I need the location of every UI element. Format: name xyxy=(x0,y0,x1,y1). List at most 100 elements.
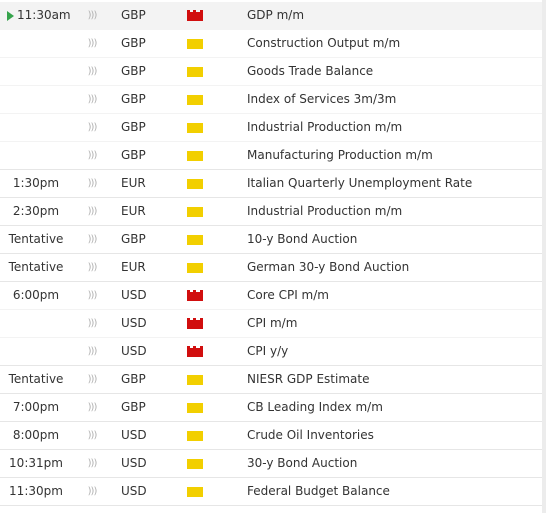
event-currency: USD xyxy=(121,344,147,358)
event-currency: GBP xyxy=(121,400,146,414)
wave-icon[interactable]: ))) xyxy=(84,2,100,29)
table-row[interactable]: 2:30pm))) EUR Industrial Production m/m xyxy=(0,198,542,226)
event-time xyxy=(0,114,72,141)
event-title[interactable]: Index of Services 3m/3m xyxy=(247,86,537,113)
medium-impact-icon xyxy=(187,94,203,105)
event-currency: EUR xyxy=(121,176,146,190)
wave-icon[interactable]: ))) xyxy=(84,30,100,57)
event-title[interactable]: Italian Quarterly Unemployment Rate xyxy=(247,170,537,197)
event-time xyxy=(0,338,72,365)
wave-icon[interactable]: ))) xyxy=(84,394,100,421)
table-row[interactable]: 1:30pm))) EUR Italian Quarterly Unemployme… xyxy=(0,170,542,198)
table-row[interactable]: 8:00pm))) USD Crude Oil Inventories xyxy=(0,422,542,450)
event-title[interactable]: Federal Budget Balance xyxy=(247,478,537,505)
event-title[interactable]: Construction Output m/m xyxy=(247,30,537,57)
wave-icon[interactable]: ))) xyxy=(84,282,100,309)
event-time: 8:00pm xyxy=(12,428,60,442)
table-row[interactable]: 11:30am))) GBP GDP m/m xyxy=(0,2,542,30)
wave-icon[interactable]: ))) xyxy=(84,310,100,337)
table-row[interactable]: Tentative))) EUR German 30-y Bond Auction xyxy=(0,254,542,282)
table-row[interactable]: ))) GBP Industrial Production m/m xyxy=(0,114,542,142)
event-time: Tentative xyxy=(8,232,64,246)
wave-icon[interactable]: ))) xyxy=(84,254,100,281)
medium-impact-icon xyxy=(187,150,203,161)
event-currency: GBP xyxy=(121,36,146,50)
event-time: Tentative xyxy=(8,260,64,274)
table-row[interactable]: ))) GBP Construction Output m/m xyxy=(0,30,542,58)
event-currency: GBP xyxy=(121,8,146,22)
event-currency: USD xyxy=(121,288,147,302)
wave-icon[interactable]: ))) xyxy=(84,114,100,141)
wave-icon[interactable]: ))) xyxy=(84,478,100,505)
table-row[interactable]: 10:31pm))) USD 30-y Bond Auction xyxy=(0,450,542,478)
event-currency: EUR xyxy=(121,260,146,274)
scrollbar[interactable] xyxy=(542,0,546,513)
event-time xyxy=(0,86,72,113)
event-currency: USD xyxy=(121,456,147,470)
medium-impact-icon xyxy=(187,178,203,189)
event-time: 7:00pm xyxy=(12,400,60,414)
wave-icon[interactable]: ))) xyxy=(84,170,100,197)
table-row[interactable]: ))) GBP Manufacturing Production m/m xyxy=(0,142,542,170)
event-title[interactable]: Industrial Production m/m xyxy=(247,198,537,225)
wave-icon[interactable]: ))) xyxy=(84,58,100,85)
event-title[interactable]: Crude Oil Inventories xyxy=(247,422,537,449)
event-title[interactable]: German 30-y Bond Auction xyxy=(247,254,537,281)
event-time xyxy=(0,30,72,57)
event-title[interactable]: 10-y Bond Auction xyxy=(247,226,537,253)
high-impact-icon xyxy=(187,290,203,301)
table-row[interactable]: ))) GBP Index of Services 3m/3m xyxy=(0,86,542,114)
medium-impact-icon xyxy=(187,430,203,441)
medium-impact-icon xyxy=(187,206,203,217)
event-title[interactable]: NIESR GDP Estimate xyxy=(247,366,537,393)
event-time xyxy=(0,310,72,337)
table-row[interactable]: ))) USD CPI m/m xyxy=(0,310,542,338)
wave-icon[interactable]: ))) xyxy=(84,366,100,393)
event-currency: USD xyxy=(121,316,147,330)
high-impact-icon xyxy=(187,318,203,329)
medium-impact-icon xyxy=(187,66,203,77)
wave-icon[interactable]: ))) xyxy=(84,142,100,169)
event-title[interactable]: CB Leading Index m/m xyxy=(247,394,537,421)
play-icon xyxy=(7,11,14,21)
wave-icon[interactable]: ))) xyxy=(84,450,100,477)
medium-impact-icon xyxy=(187,38,203,49)
table-row[interactable]: 11:30pm))) USD Federal Budget Balance xyxy=(0,478,542,506)
table-row[interactable]: Tentative))) GBP NIESR GDP Estimate xyxy=(0,366,542,394)
event-currency: GBP xyxy=(121,372,146,386)
event-title[interactable]: CPI y/y xyxy=(247,338,537,365)
medium-impact-icon xyxy=(187,122,203,133)
medium-impact-icon xyxy=(187,458,203,469)
event-time: Tentative xyxy=(8,372,64,386)
event-title[interactable]: Industrial Production m/m xyxy=(247,114,537,141)
event-title[interactable]: Goods Trade Balance xyxy=(247,58,537,85)
event-title[interactable]: Core CPI m/m xyxy=(247,282,537,309)
wave-icon[interactable]: ))) xyxy=(84,226,100,253)
event-title[interactable]: 30-y Bond Auction xyxy=(247,450,537,477)
event-currency: GBP xyxy=(121,120,146,134)
event-title[interactable]: Manufacturing Production m/m xyxy=(247,142,537,169)
event-currency: USD xyxy=(121,428,147,442)
table-row[interactable]: ))) USD CPI y/y xyxy=(0,338,542,366)
wave-icon[interactable]: ))) xyxy=(84,338,100,365)
medium-impact-icon xyxy=(187,234,203,245)
event-title[interactable]: CPI m/m xyxy=(247,310,537,337)
table-row[interactable]: 7:00pm))) GBP CB Leading Index m/m xyxy=(0,394,542,422)
table-row[interactable]: Tentative))) GBP 10-y Bond Auction xyxy=(0,226,542,254)
wave-icon[interactable]: ))) xyxy=(84,422,100,449)
table-row[interactable]: ))) GBP Goods Trade Balance xyxy=(0,58,542,86)
table-row[interactable]: 6:00pm))) USD Core CPI m/m xyxy=(0,282,542,310)
event-time: 11:30pm xyxy=(9,484,63,498)
event-time xyxy=(0,58,72,85)
medium-impact-icon xyxy=(187,486,203,497)
wave-icon[interactable]: ))) xyxy=(84,86,100,113)
event-currency: EUR xyxy=(121,204,146,218)
event-time: 2:30pm xyxy=(12,204,60,218)
event-currency: GBP xyxy=(121,64,146,78)
wave-icon[interactable]: ))) xyxy=(84,198,100,225)
event-time: 6:00pm xyxy=(12,288,60,302)
event-title[interactable]: GDP m/m xyxy=(247,2,537,29)
medium-impact-icon xyxy=(187,262,203,273)
event-time: 10:31pm xyxy=(9,456,63,470)
high-impact-icon xyxy=(187,346,203,357)
